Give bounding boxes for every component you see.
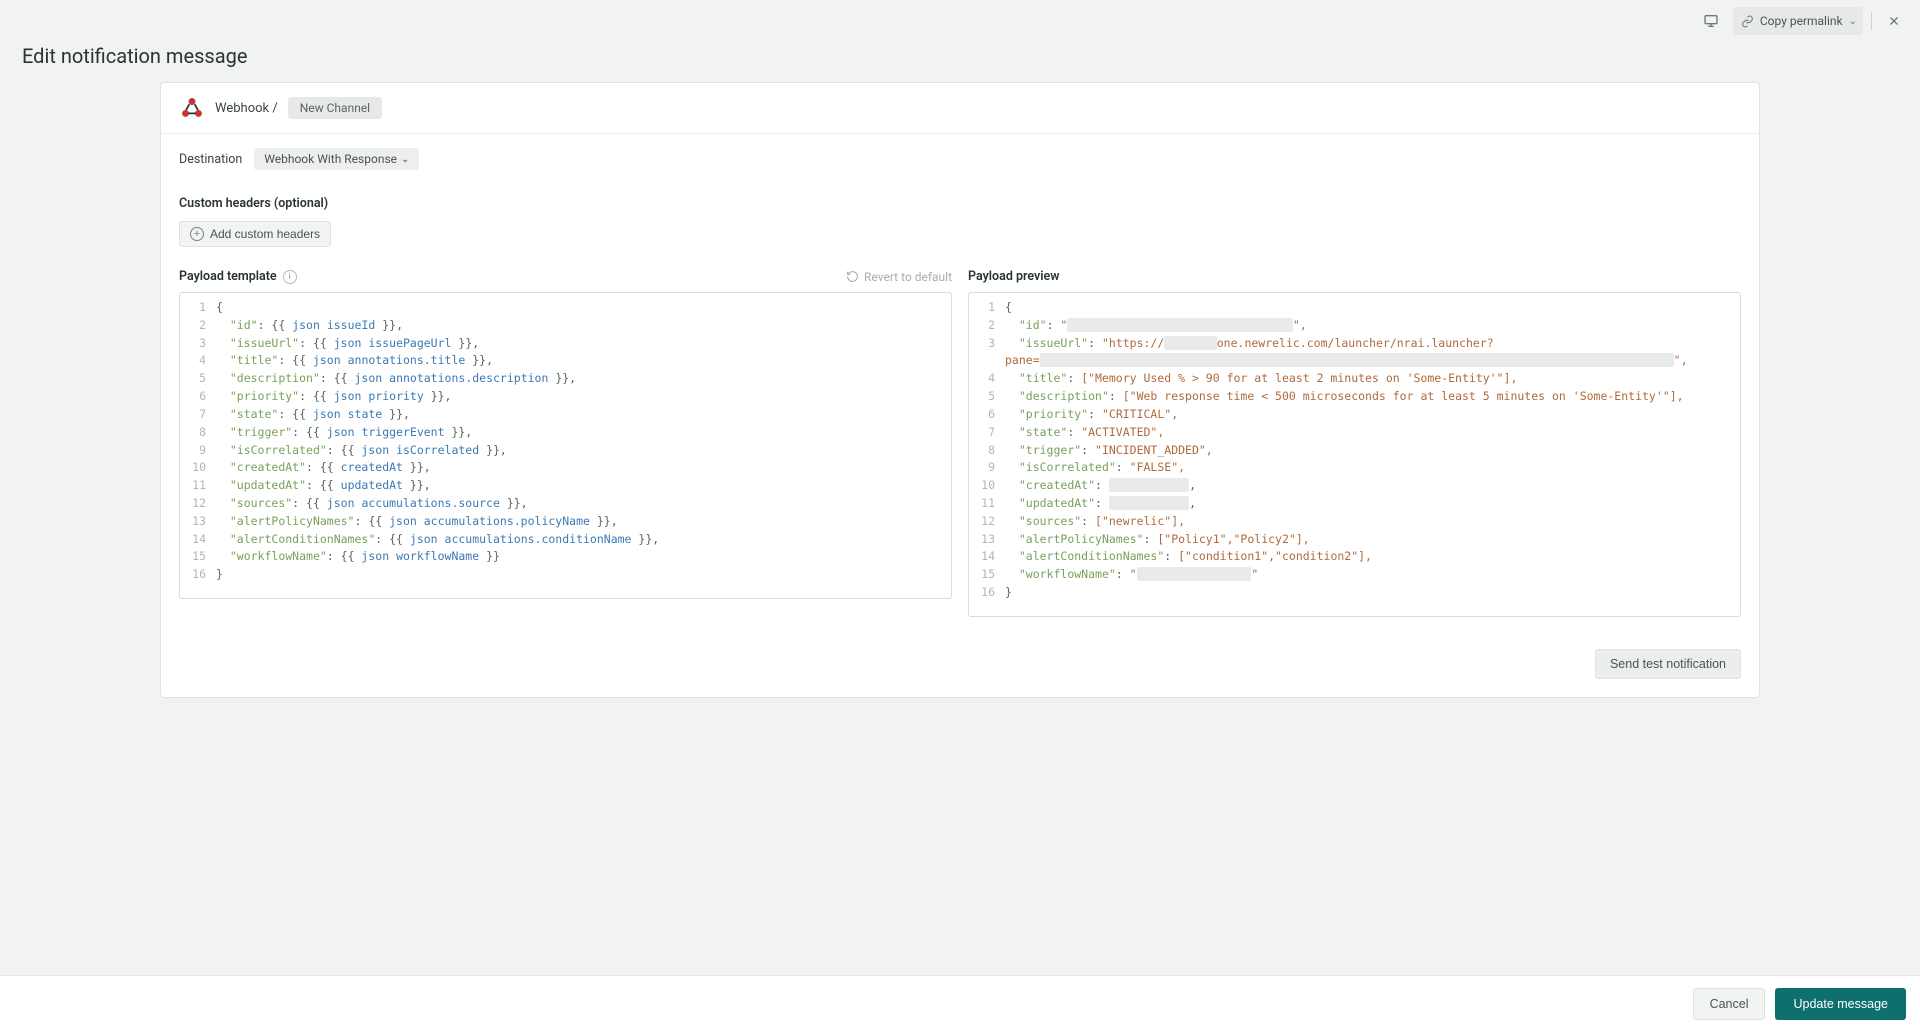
code-line: 8 "trigger": "INCIDENT_ADDED", [969, 442, 1740, 460]
close-icon[interactable] [1880, 7, 1908, 35]
payload-template-editor[interactable]: 1{2 "id": {{ json issueId }},3 "issueUrl… [179, 292, 952, 599]
custom-headers-label: Custom headers (optional) [161, 178, 1759, 221]
code-line: 5 "description": ["Web response time < 5… [969, 388, 1740, 406]
code-line: 13 "alertPolicyNames": {{ json accumulat… [180, 513, 951, 531]
code-line: 15 "workflowName": "████████████████" [969, 566, 1740, 584]
cancel-button[interactable]: Cancel [1693, 988, 1766, 1020]
link-icon [1741, 15, 1754, 28]
code-line: 9 "isCorrelated": "FALSE", [969, 459, 1740, 477]
destination-select[interactable]: Webhook With Response ⌄ [254, 148, 419, 170]
copy-permalink-label: Copy permalink [1760, 14, 1843, 28]
chevron-down-icon: ⌄ [1849, 16, 1857, 27]
code-line: 16} [180, 566, 951, 584]
code-line: 15 "workflowName": {{ json workflowName … [180, 548, 951, 566]
main-panel: Webhook / New Channel Destination Webhoo… [160, 82, 1760, 698]
code-line: 14 "alertConditionNames": ["condition1",… [969, 548, 1740, 566]
breadcrumb: Webhook / [215, 101, 278, 116]
code-line: 3 "issueUrl": "https://███████one.newrel… [969, 335, 1740, 371]
revert-to-default-button[interactable]: Revert to default [846, 270, 952, 284]
chevron-down-icon: ⌄ [401, 154, 409, 165]
copy-permalink-button[interactable]: Copy permalink ⌄ [1733, 7, 1863, 35]
code-line: 10 "createdAt": {{ createdAt }}, [180, 459, 951, 477]
code-line: 11 "updatedAt": ███████████, [969, 495, 1740, 513]
page-title: Edit notification message [22, 44, 247, 68]
destination-label: Destination [179, 152, 242, 167]
webhook-icon [179, 95, 205, 121]
code-line: 12 "sources": {{ json accumulations.sour… [180, 495, 951, 513]
code-line: 9 "isCorrelated": {{ json isCorrelated }… [180, 442, 951, 460]
update-message-button[interactable]: Update message [1775, 988, 1906, 1020]
code-line: 1{ [180, 299, 951, 317]
send-test-notification-button[interactable]: Send test notification [1595, 649, 1741, 679]
info-icon[interactable]: i [283, 270, 297, 284]
destination-value: Webhook With Response [264, 152, 397, 166]
code-line: 8 "trigger": {{ json triggerEvent }}, [180, 424, 951, 442]
divider [1871, 12, 1872, 30]
plus-icon: + [190, 227, 204, 241]
code-line: 11 "updatedAt": {{ updatedAt }}, [180, 477, 951, 495]
code-line: 2 "id": {{ json issueId }}, [180, 317, 951, 335]
code-line: 14 "alertConditionNames": {{ json accumu… [180, 531, 951, 549]
add-custom-headers-label: Add custom headers [210, 227, 320, 241]
payload-preview-viewer: 1{2 "id": "█████████████████████████████… [968, 292, 1741, 617]
channel-chip[interactable]: New Channel [288, 97, 382, 119]
code-line: 7 "state": "ACTIVATED", [969, 424, 1740, 442]
add-custom-headers-button[interactable]: + Add custom headers [179, 221, 331, 247]
code-line: 1{ [969, 299, 1740, 317]
revert-label: Revert to default [864, 270, 952, 284]
code-line: 6 "priority": {{ json priority }}, [180, 388, 951, 406]
code-line: 10 "createdAt": ███████████, [969, 477, 1740, 495]
code-line: 4 "title": {{ json annotations.title }}, [180, 352, 951, 370]
payload-preview-title: Payload preview [968, 269, 1060, 284]
feedback-icon[interactable] [1697, 7, 1725, 35]
code-line: 3 "issueUrl": {{ json issuePageUrl }}, [180, 335, 951, 353]
code-line: 16} [969, 584, 1740, 602]
code-line: 13 "alertPolicyNames": ["Policy1","Polic… [969, 531, 1740, 549]
code-line: 7 "state": {{ json state }}, [180, 406, 951, 424]
code-line: 6 "priority": "CRITICAL", [969, 406, 1740, 424]
code-line: 4 "title": ["Memory Used % > 90 for at l… [969, 370, 1740, 388]
code-line: 12 "sources": ["newrelic"], [969, 513, 1740, 531]
revert-icon [846, 270, 859, 283]
payload-template-title: Payload template [179, 269, 277, 284]
code-line: 2 "id": "███████████████████████████████… [969, 317, 1740, 335]
code-line: 5 "description": {{ json annotations.des… [180, 370, 951, 388]
